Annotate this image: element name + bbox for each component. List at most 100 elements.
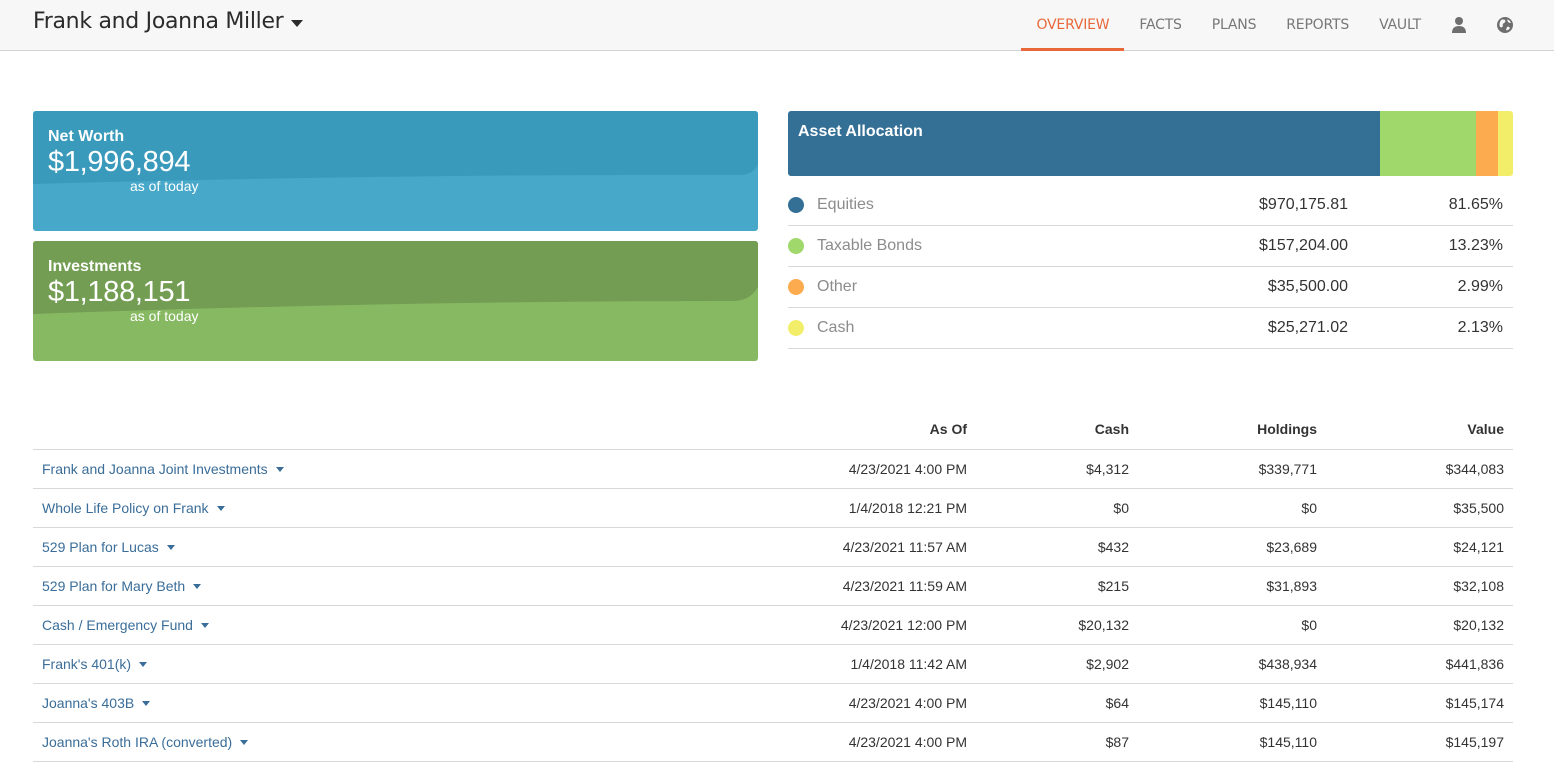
allocation-name: Taxable Bonds <box>817 237 922 254</box>
allocation-row-equities[interactable]: Equities $970,175.81 81.65% <box>788 185 1513 226</box>
allocation-percent: 2.13% <box>1457 319 1503 336</box>
table-row: Whole Life Policy on Frank 1/4/2018 12:2… <box>33 488 1513 528</box>
top-header: Frank and Joanna Miller OVERVIEW FACTS P… <box>0 0 1554 51</box>
client-name: Frank and Joanna Miller <box>33 9 284 34</box>
account-as-of: 4/23/2021 11:59 AM <box>693 566 976 606</box>
account-holdings: $145,110 <box>1138 683 1326 723</box>
account-as-of: 4/23/2021 4:00 PM <box>693 722 976 762</box>
account-holdings: $31,893 <box>1138 566 1326 606</box>
user-menu-button[interactable] <box>1436 0 1482 50</box>
account-name: 529 Plan for Lucas <box>42 538 159 555</box>
account-cash: $215 <box>976 566 1138 606</box>
client-selector[interactable]: Frank and Joanna Miller <box>33 9 304 34</box>
asset-allocation-list: Equities $970,175.81 81.65% Taxable Bond… <box>788 185 1513 349</box>
nav-tab-vault[interactable]: VAULT <box>1364 0 1436 50</box>
account-holdings: $145,110 <box>1138 722 1326 762</box>
legend-dot-icon <box>788 320 804 336</box>
allocation-segment-other[interactable] <box>1475 111 1498 176</box>
column-header-holdings[interactable]: Holdings <box>1138 410 1326 450</box>
account-menu-link[interactable]: Frank and Joanna Joint Investments <box>42 461 284 477</box>
main-nav: OVERVIEW FACTS PLANS REPORTS VAULT <box>1021 0 1554 51</box>
allocation-row-taxable-bonds[interactable]: Taxable Bonds $157,204.00 13.23% <box>788 226 1513 267</box>
table-row: Frank's 401(k) 1/4/2018 11:42 AM $2,902 … <box>33 644 1513 684</box>
account-as-of: 1/4/2018 12:21 PM <box>693 488 976 528</box>
caret-down-icon <box>216 505 225 511</box>
investments-card[interactable]: Investments $1,188,151 as of today <box>33 241 758 361</box>
legend-dot-icon <box>788 197 804 213</box>
nav-tab-plans[interactable]: PLANS <box>1197 0 1272 50</box>
table-row: Cash / Emergency Fund 4/23/2021 12:00 PM… <box>33 605 1513 645</box>
caret-down-icon <box>291 19 304 27</box>
allocation-segment-cash[interactable] <box>1497 111 1513 176</box>
account-value: $145,197 <box>1326 722 1513 762</box>
caret-down-icon <box>200 622 209 628</box>
nav-tab-reports[interactable]: REPORTS <box>1271 0 1364 50</box>
table-header-row: As Of Cash Holdings Value <box>33 410 1513 450</box>
table-row: Frank and Joanna Joint Investments 4/23/… <box>33 449 1513 489</box>
account-value: $441,836 <box>1326 644 1513 684</box>
caret-down-icon <box>166 544 175 550</box>
account-holdings: $339,771 <box>1138 449 1326 489</box>
allocation-percent: 2.99% <box>1457 278 1503 295</box>
table-row: Joanna's 403B 4/23/2021 4:00 PM $64 $145… <box>33 683 1513 723</box>
account-menu-link[interactable]: 529 Plan for Lucas <box>42 539 175 555</box>
allocation-percent: 13.23% <box>1448 237 1503 254</box>
account-name: Frank and Joanna Joint Investments <box>42 460 268 477</box>
account-value: $32,108 <box>1326 566 1513 606</box>
asset-allocation-panel: Asset Allocation Equities $970,175.81 81… <box>788 111 1513 349</box>
allocation-amount: $35,500.00 <box>1267 278 1348 295</box>
investments-asof: as of today <box>130 308 199 324</box>
account-name: Joanna's Roth IRA (converted) <box>42 733 233 750</box>
allocation-segment-taxable-bonds[interactable] <box>1379 111 1476 176</box>
investments-label: Investments <box>48 258 142 275</box>
allocation-row-other[interactable]: Other $35,500.00 2.99% <box>788 267 1513 308</box>
account-as-of: 4/23/2021 11:57 AM <box>693 527 976 567</box>
account-as-of: 1/4/2018 11:42 AM <box>693 644 976 684</box>
account-menu-link[interactable]: Joanna's 403B <box>42 695 151 711</box>
nav-tab-overview[interactable]: OVERVIEW <box>1021 0 1125 51</box>
net-worth-card[interactable]: Net Worth $1,996,894 as of today <box>33 111 758 231</box>
investments-value: $1,188,151 <box>48 276 191 308</box>
account-menu-link[interactable]: Frank's 401(k) <box>42 656 148 672</box>
account-holdings: $0 <box>1138 488 1326 528</box>
account-cash: $4,312 <box>976 449 1138 489</box>
account-cash: $432 <box>976 527 1138 567</box>
allocation-amount: $157,204.00 <box>1259 237 1348 254</box>
account-cash: $2,902 <box>976 644 1138 684</box>
account-cash: $20,132 <box>976 605 1138 645</box>
allocation-percent: 81.65% <box>1448 196 1503 213</box>
language-button[interactable] <box>1482 0 1528 50</box>
nav-tab-facts[interactable]: FACTS <box>1124 0 1196 50</box>
column-header-as-of[interactable]: As Of <box>693 410 976 450</box>
account-cash: $87 <box>976 722 1138 762</box>
account-value: $20,132 <box>1326 605 1513 645</box>
account-menu-link[interactable]: Cash / Emergency Fund <box>42 617 209 633</box>
account-value: $344,083 <box>1326 449 1513 489</box>
allocation-row-cash[interactable]: Cash $25,271.02 2.13% <box>788 308 1513 349</box>
account-holdings: $0 <box>1138 605 1326 645</box>
account-name: Whole Life Policy on Frank <box>42 499 209 516</box>
net-worth-label: Net Worth <box>48 128 125 145</box>
allocation-segment-equities[interactable] <box>788 111 1380 176</box>
column-header-cash[interactable]: Cash <box>976 410 1138 450</box>
allocation-amount: $970,175.81 <box>1259 196 1348 213</box>
caret-down-icon <box>240 739 249 745</box>
allocation-name: Cash <box>817 319 855 336</box>
table-row: 529 Plan for Lucas 4/23/2021 11:57 AM $4… <box>33 527 1513 567</box>
allocation-amount: $25,271.02 <box>1267 319 1348 336</box>
account-as-of: 4/23/2021 4:00 PM <box>693 449 976 489</box>
account-menu-link[interactable]: 529 Plan for Mary Beth <box>42 578 202 594</box>
accounts-table: As Of Cash Holdings Value Frank and Joan… <box>33 410 1513 762</box>
account-value: $145,174 <box>1326 683 1513 723</box>
caret-down-icon <box>275 466 284 472</box>
account-menu-link[interactable]: Whole Life Policy on Frank <box>42 500 225 516</box>
allocation-name: Equities <box>817 196 874 213</box>
account-holdings: $23,689 <box>1138 527 1326 567</box>
user-icon <box>1452 17 1466 33</box>
net-worth-asof: as of today <box>130 178 199 194</box>
account-menu-link[interactable]: Joanna's Roth IRA (converted) <box>42 733 249 750</box>
account-as-of: 4/23/2021 4:00 PM <box>693 683 976 723</box>
column-header-value[interactable]: Value <box>1326 410 1513 450</box>
net-worth-value: $1,996,894 <box>48 146 191 178</box>
